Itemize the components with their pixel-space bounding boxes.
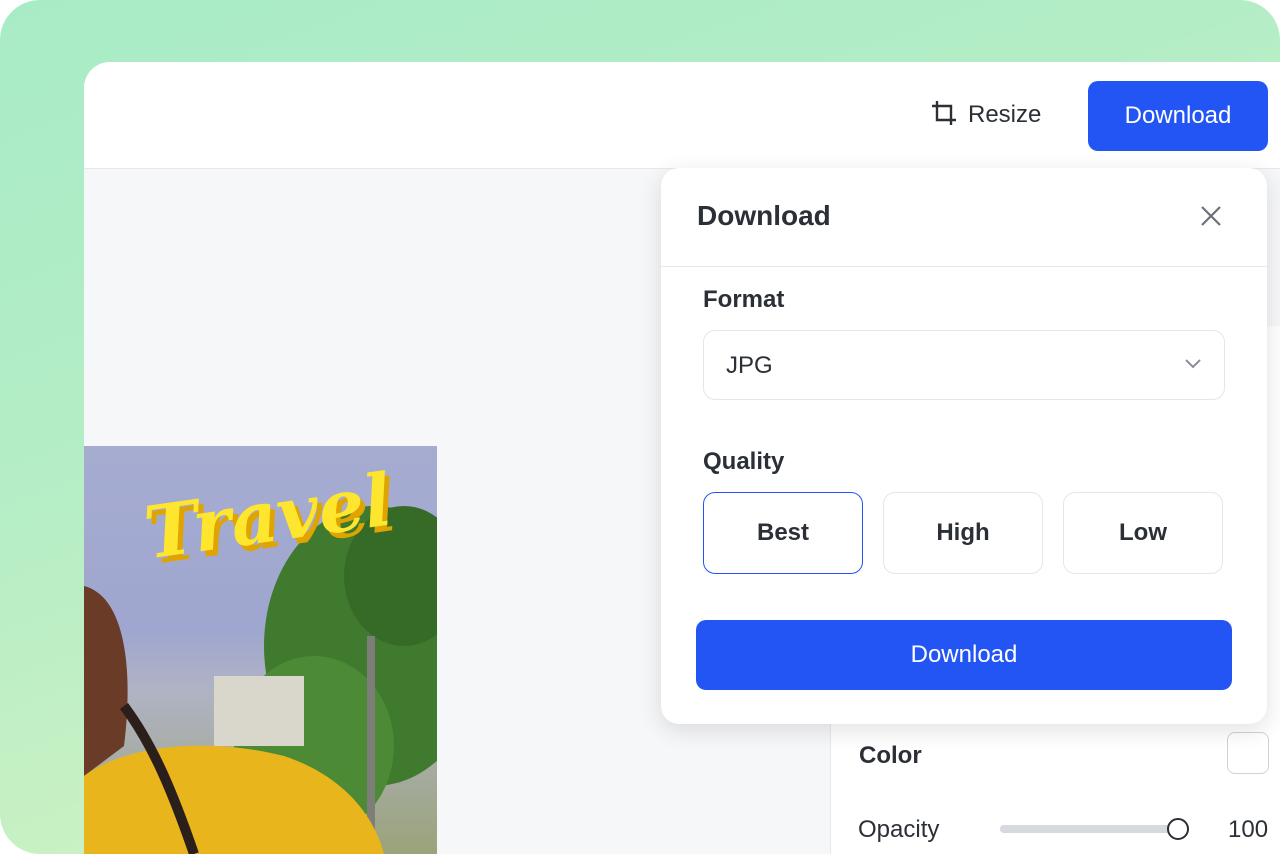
popup-header: Download bbox=[661, 168, 1267, 267]
close-button[interactable] bbox=[1195, 200, 1227, 232]
quality-label: Quality bbox=[703, 448, 785, 475]
close-icon bbox=[1201, 206, 1221, 226]
popup-download-button[interactable]: Download bbox=[696, 620, 1232, 690]
chevron-down-icon bbox=[1184, 357, 1202, 375]
opacity-slider[interactable] bbox=[1000, 818, 1189, 840]
format-select[interactable]: JPG bbox=[703, 330, 1225, 400]
crop-icon bbox=[930, 99, 958, 132]
quality-low-button[interactable]: Low bbox=[1063, 492, 1223, 574]
opacity-value: 100 bbox=[1228, 816, 1269, 843]
resize-label: Resize bbox=[968, 101, 1042, 128]
opacity-slider-fill bbox=[1000, 825, 1176, 833]
poster-title: Travel bbox=[144, 457, 397, 576]
poster-image[interactable]: Travel Travel bbox=[84, 446, 437, 854]
download-popup: Download Format JPG Quality Best High Lo… bbox=[661, 168, 1267, 724]
top-toolbar: Resize Download bbox=[84, 62, 1280, 169]
toolbar-download-button[interactable]: Download bbox=[1088, 81, 1268, 151]
popup-title: Download bbox=[697, 200, 831, 231]
resize-button[interactable]: Resize bbox=[930, 92, 1041, 138]
format-label: Format bbox=[703, 286, 785, 313]
format-value: JPG bbox=[726, 352, 773, 379]
opacity-slider-thumb[interactable] bbox=[1167, 818, 1189, 840]
quality-best-button[interactable]: Best bbox=[703, 492, 863, 574]
quality-high-button[interactable]: High bbox=[883, 492, 1043, 574]
opacity-label: Opacity bbox=[858, 816, 940, 843]
color-row: Color bbox=[831, 720, 1280, 800]
color-swatch[interactable] bbox=[1227, 732, 1269, 774]
color-label: Color bbox=[859, 742, 922, 769]
